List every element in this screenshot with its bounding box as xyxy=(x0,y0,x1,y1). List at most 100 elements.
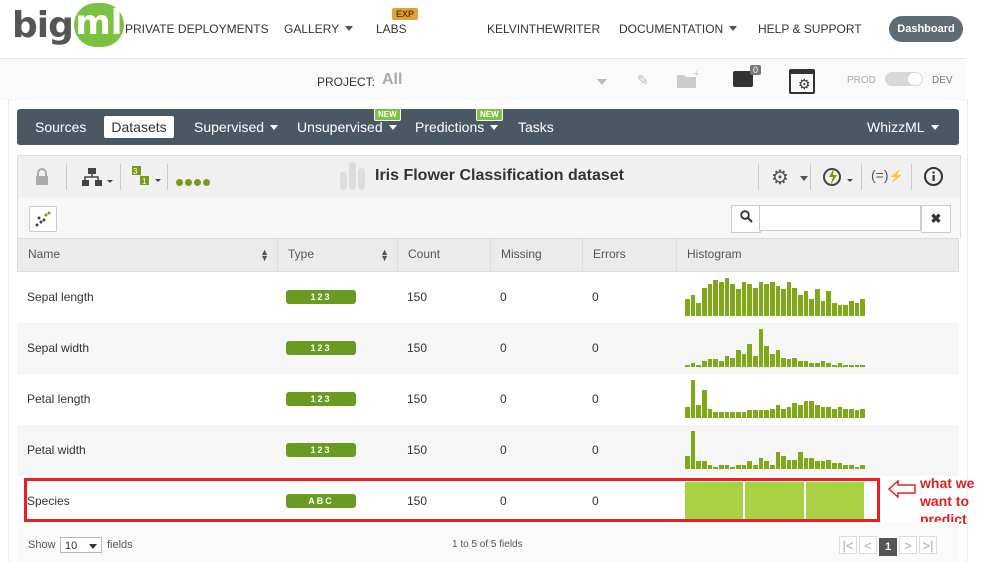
column-header-type[interactable]: Type ▲ ▼ xyxy=(278,239,398,271)
histogram-bar xyxy=(849,408,854,418)
info-icon[interactable] xyxy=(923,166,944,187)
selection-count: 0 xyxy=(749,65,761,75)
table-row[interactable]: Sepal width 150 0 0 123 xyxy=(17,323,959,374)
field-types-icon[interactable]: 3 1 xyxy=(131,165,163,189)
histogram-bar xyxy=(854,365,860,367)
histogram-bar xyxy=(854,410,860,418)
nav-predictions[interactable]: Predictions xyxy=(415,119,499,135)
histogram-bar xyxy=(815,461,820,469)
column-header-histogram: Histogram xyxy=(687,247,742,261)
project-label: PROJECT: xyxy=(317,75,376,89)
first-page-button[interactable]: |< xyxy=(839,536,857,554)
search-input[interactable] xyxy=(759,205,921,231)
project-selector[interactable]: All xyxy=(382,71,402,89)
field-name-cell[interactable]: Sepal length xyxy=(17,272,94,323)
histogram-bar xyxy=(849,365,854,367)
histogram-bar xyxy=(724,412,730,418)
dashboard-button[interactable]: Dashboard xyxy=(889,16,963,42)
field-name-cell[interactable]: Petal width xyxy=(17,425,86,476)
histogram-chart[interactable] xyxy=(685,380,865,418)
labs-exp-badge: EXP xyxy=(392,8,419,20)
new-folder-icon[interactable]: + xyxy=(676,69,700,89)
selection-counter-icon[interactable]: 0 xyxy=(733,65,761,87)
nav-whizzml[interactable]: WhizzML xyxy=(867,119,939,135)
search-button[interactable] xyxy=(731,205,761,233)
histogram-bar xyxy=(696,404,701,418)
histogram-chart[interactable] xyxy=(685,431,865,469)
histogram-bar xyxy=(696,365,701,367)
histogram-bar xyxy=(826,363,832,367)
histogram-chart[interactable] xyxy=(685,329,865,367)
field-type-badge: 123 xyxy=(286,443,356,457)
field-name-cell[interactable]: Sepal width xyxy=(17,323,89,374)
column-header-name[interactable]: Name ▲ ▼ xyxy=(18,239,278,271)
nav-supervised[interactable]: Supervised xyxy=(194,119,279,135)
prod-dev-toggle[interactable] xyxy=(885,72,923,86)
current-page[interactable]: 1 xyxy=(879,538,897,556)
nav-gallery-label: GALLERY xyxy=(284,22,340,36)
show-label: Show xyxy=(28,539,56,551)
gears-icon[interactable]: ⚙ xyxy=(771,165,789,190)
histogram-bar xyxy=(792,459,798,469)
histogram-bar xyxy=(769,353,775,367)
errors-cell: 0 xyxy=(592,392,599,406)
prev-page-button[interactable]: < xyxy=(859,536,877,554)
histogram-chart[interactable] xyxy=(685,278,865,316)
project-dropdown-icon[interactable] xyxy=(597,79,607,85)
table-row[interactable]: Petal width 150 0 0 123 xyxy=(17,425,959,476)
histogram-bar xyxy=(786,459,792,469)
nav-unsupervised[interactable]: Unsupervised xyxy=(297,119,397,135)
table-row[interactable]: Sepal length 150 0 0 123 xyxy=(17,272,959,323)
histogram-bar xyxy=(724,278,730,316)
histogram-bar xyxy=(792,287,798,316)
nav-labs[interactable]: LABS xyxy=(376,22,407,36)
chevron-down-icon xyxy=(270,125,279,130)
histogram-bar xyxy=(809,363,815,367)
page-size-select[interactable]: 10 xyxy=(60,537,102,553)
field-type-badge: 123 xyxy=(286,341,356,355)
histogram-bar xyxy=(707,283,713,316)
histogram-bar xyxy=(758,410,764,418)
next-page-button[interactable]: > xyxy=(899,536,917,554)
histogram-bar xyxy=(820,300,826,316)
histogram-bar xyxy=(803,457,809,469)
histogram-bar xyxy=(747,283,752,316)
formula-icon[interactable]: (=)⚡ xyxy=(871,167,903,183)
last-page-button[interactable]: >| xyxy=(919,536,937,554)
column-header-errors: Errors xyxy=(583,239,677,271)
histogram-bar xyxy=(786,406,792,418)
nav-private-deployments[interactable]: PRIVATE DEPLOYMENTS xyxy=(125,22,269,36)
divider xyxy=(167,164,168,190)
field-name-cell[interactable]: Petal length xyxy=(17,374,90,425)
histogram-bar xyxy=(701,461,707,469)
histogram-bar xyxy=(724,355,730,367)
lock-icon[interactable] xyxy=(35,168,49,185)
table-row[interactable]: Petal length 150 0 0 123 xyxy=(17,374,959,425)
histogram-bar xyxy=(809,298,815,316)
nav-tasks[interactable]: Tasks xyxy=(518,119,554,135)
chevron-down-icon xyxy=(930,125,939,130)
svg-text:+: + xyxy=(693,69,699,80)
prod-label: PROD xyxy=(847,75,876,86)
nav-documentation[interactable]: DOCUMENTATION xyxy=(619,22,738,36)
scatterplot-button[interactable] xyxy=(29,206,57,232)
nav-sources[interactable]: Sources xyxy=(35,119,86,135)
project-bar: PROJECT: All ✎ + 0 ⚙ PROD DEV xyxy=(0,59,966,101)
clear-search-button[interactable]: ✖ xyxy=(921,205,951,233)
histogram-bar xyxy=(786,359,792,367)
nav-user[interactable]: KELVINTHEWRITER xyxy=(487,22,600,36)
nav-datasets[interactable]: Datasets xyxy=(104,116,174,138)
nav-help-support[interactable]: HELP & SUPPORT xyxy=(758,22,862,36)
model-tree-icon[interactable] xyxy=(80,166,114,188)
histogram-bar xyxy=(781,289,786,316)
field-dots-icon[interactable] xyxy=(176,173,212,191)
histogram-bar xyxy=(832,365,837,367)
one-click-model-icon[interactable] xyxy=(821,165,857,189)
bigml-logo[interactable]: big ml xyxy=(12,3,124,47)
edit-pencil-icon[interactable]: ✎ xyxy=(637,72,649,89)
nav-gallery[interactable]: GALLERY xyxy=(284,22,354,36)
histogram-bar xyxy=(764,283,769,316)
histogram-bar xyxy=(685,455,690,469)
missing-cell: 0 xyxy=(500,392,507,406)
histogram-bar xyxy=(690,431,696,469)
